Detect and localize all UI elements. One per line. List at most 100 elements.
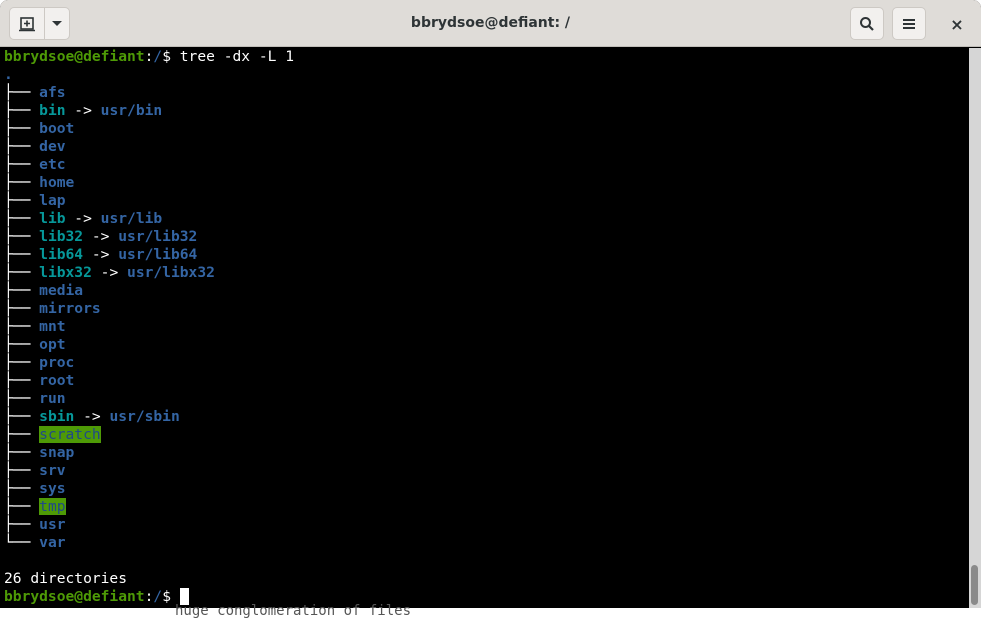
tree-branch: ├── [4,138,40,155]
tree-entry: ├── lib32 -> usr/lib32 [4,228,969,246]
command-line: bbrydsoe@defiant:/$ tree -dx -L 1 [4,48,969,66]
terminal-output[interactable]: bbrydsoe@defiant:/$ tree -dx -L 1 . ├── … [0,48,969,608]
tree-entry: ├── afs [4,84,969,102]
entry-name: lib [39,210,66,227]
tree-branch: ├── [4,516,40,533]
prompt-path: / [153,48,163,65]
tree-root: . [4,66,969,84]
tree-branch: ├── [4,318,40,335]
scrollbar[interactable] [969,48,981,608]
entry-name: opt [39,336,66,353]
summary-line: 26 directories [4,570,128,587]
entry-name: srv [39,462,66,479]
tree-branch: ├── [4,480,40,497]
tree-entry: ├── root [4,372,969,390]
search-button[interactable] [850,7,884,40]
link-arrow: -> [65,102,101,119]
entry-name: sys [39,480,66,497]
entry-name: var [39,534,66,551]
link-target: usr/lib64 [118,246,198,263]
tree-branch: ├── [4,282,40,299]
entry-name: dev [39,138,66,155]
tree-entry: ├── sbin -> usr/sbin [4,408,969,426]
tree-branch: ├── [4,372,40,389]
entry-name: tmp [39,498,66,515]
entry-name: snap [39,444,75,461]
tree-branch: ├── [4,210,40,227]
link-target: usr/bin [100,102,163,119]
link-target: usr/lib [100,210,163,227]
tree-branch: └── [4,534,40,551]
tree-entry: ├── scratch [4,426,969,444]
entry-name: usr [39,516,66,533]
entry-name: sbin [39,408,75,425]
prompt-user: bbrydsoe@defiant [4,588,145,605]
link-target: usr/sbin [109,408,180,425]
scrollbar-thumb[interactable] [971,565,978,605]
link-target: usr/lib32 [118,228,198,245]
tree-entry: ├── etc [4,156,969,174]
prompt-user: bbrydsoe@defiant [4,48,145,65]
tree-branch: ├── [4,120,40,137]
tree-branch: ├── [4,102,40,119]
background-text: huge conglomeration of files [175,603,412,619]
entry-name: scratch [39,426,101,443]
tree-entry: ├── run [4,390,969,408]
tree-branch: ├── [4,84,40,101]
tree-branch: ├── [4,246,40,263]
entry-name: boot [39,120,75,137]
link-target: usr/libx32 [127,264,215,281]
entry-name: etc [39,156,66,173]
window-title: bbrydsoe@defiant: / [410,15,571,31]
tree-entry: └── var [4,534,969,552]
link-arrow: -> [74,408,110,425]
tree-entry: ├── mirrors [4,300,969,318]
tree-branch: ├── [4,390,40,407]
tree-branch: ├── [4,300,40,317]
prompt-symbol: $ [162,48,180,65]
tree-entry: ├── home [4,174,969,192]
link-arrow: -> [83,246,119,263]
entry-name: run [39,390,66,407]
tree-branch: ├── [4,444,40,461]
link-arrow: -> [83,228,119,245]
tree-entry: ├── dev [4,138,969,156]
tree-entry: ├── mnt [4,318,969,336]
tree-branch: ├── [4,156,40,173]
tree-entry: ├── srv [4,462,969,480]
entry-name: mirrors [39,300,101,317]
command-text: tree -dx -L 1 [179,48,294,65]
close-icon: × [950,14,964,34]
tree-branch: ├── [4,498,40,515]
entry-name: bin [39,102,66,119]
tree-entry: ├── media [4,282,969,300]
entry-name: lib64 [39,246,84,263]
tree-branch: ├── [4,336,40,353]
link-arrow: -> [65,210,101,227]
tree-branch: ├── [4,354,40,371]
prompt-line: bbrydsoe@defiant:/$ [4,588,969,606]
link-arrow: -> [91,264,128,281]
terminal-window: bbrydsoe@defiant: / × bbrydsoe@defiant:/… [0,0,981,608]
root-dot: . [4,66,13,83]
tree-entries: ├── afs ├── bin -> usr/bin ├── boot ├── dev… [4,84,969,552]
tree-branch: ├── [4,228,40,245]
tree-entry: ├── sys [4,480,969,498]
menu-button[interactable] [892,7,926,40]
entry-name: libx32 [39,264,92,281]
tree-entry: ├── lib -> usr/lib [4,210,969,228]
entry-name: afs [39,84,66,101]
entry-name: root [39,372,75,389]
hamburger-menu-icon [903,18,915,29]
tree-branch: ├── [4,408,40,425]
title-bar: bbrydsoe@defiant: / × [0,0,981,47]
tree-branch: ├── [4,264,40,281]
close-button[interactable]: × [946,13,968,35]
entry-name: lib32 [39,228,84,245]
tree-entry: ├── usr [4,516,969,534]
entry-name: lap [39,192,66,209]
entry-name: home [39,174,75,191]
tree-branch: ├── [4,426,40,443]
entry-name: media [39,282,84,299]
